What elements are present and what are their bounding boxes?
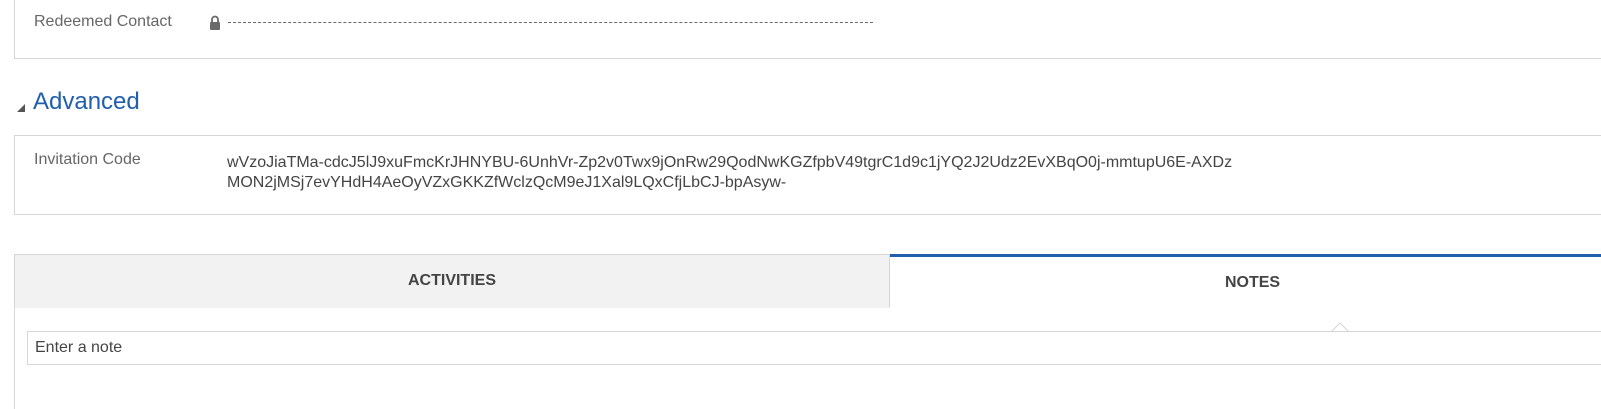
note-input[interactable] xyxy=(28,332,1601,364)
form-page: Redeemed Contact Advanced Invitation Cod… xyxy=(0,0,1601,409)
triangle-collapse-icon[interactable] xyxy=(16,100,26,112)
tab-notes-label: NOTES xyxy=(1224,273,1281,291)
social-pane: ACTIVITIES NOTES xyxy=(14,254,1601,409)
tab-activities[interactable]: ACTIVITIES xyxy=(15,255,890,308)
lock-icon xyxy=(209,15,221,31)
general-section: Redeemed Contact xyxy=(14,0,1601,59)
redeemed-contact-value[interactable] xyxy=(228,22,873,23)
tab-notes[interactable]: NOTES xyxy=(890,254,1601,308)
advanced-section-title: Advanced xyxy=(33,88,140,115)
advanced-section: Invitation Code wVzoJiaTMa-cdcJ5lJ9xuFmc… xyxy=(14,135,1601,215)
advanced-section-header[interactable]: Advanced xyxy=(16,88,140,116)
invitation-code-label: Invitation Code xyxy=(34,151,141,168)
redeemed-contact-label: Redeemed Contact xyxy=(34,13,172,30)
tab-activities-label: ACTIVITIES xyxy=(407,272,496,289)
note-input-container xyxy=(27,331,1601,365)
invitation-code-value[interactable]: wVzoJiaTMa-cdcJ5lJ9xuFmcKrJHNYBU-6UnhVr-… xyxy=(227,153,1237,193)
